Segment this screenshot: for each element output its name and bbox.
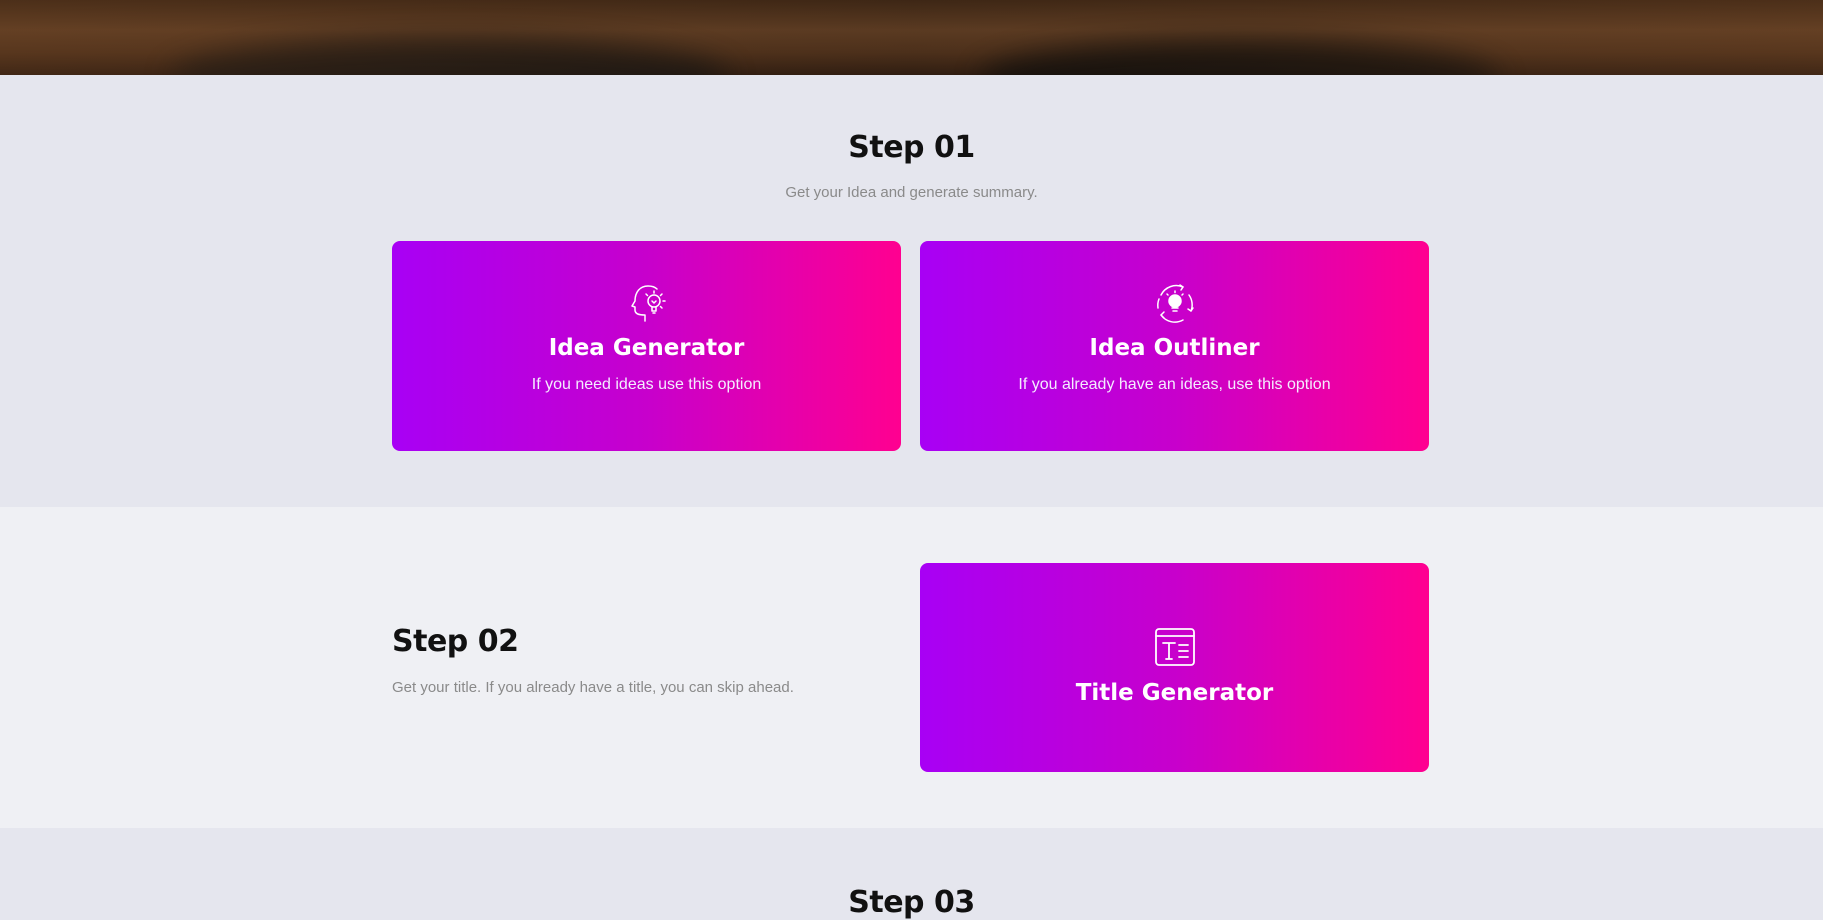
idea-outliner-card[interactable]: Idea Outliner If you already have an ide… [920,241,1429,451]
title-generator-card[interactable]: Title Generator [920,563,1429,772]
hero-image-strip [0,0,1823,75]
idea-outliner-title: Idea Outliner [1089,335,1260,361]
idea-generator-title: Idea Generator [548,335,745,361]
step-03-title: Step 03 [848,885,975,920]
title-generator-title: Title Generator [1075,680,1274,706]
title-document-icon [1154,627,1196,672]
step-02-subtitle: Get your title. If you already have a ti… [392,679,794,696]
step-02-section: Step 02 Get your title. If you already h… [0,507,1823,828]
step-03-section: Step 03 [0,828,1823,920]
idea-outliner-description: If you already have an ideas, use this o… [1018,376,1331,393]
idea-generator-description: If you need ideas use this option [531,376,762,393]
head-lightbulb-icon [625,281,669,330]
idea-generator-card[interactable]: Idea Generator If you need ideas use thi… [392,241,901,451]
step-01-title: Step 01 [848,130,975,165]
step-01-subtitle: Get your Idea and generate summary. [785,184,1038,201]
step-01-section: Step 01 Get your Idea and generate summa… [0,75,1823,507]
lightbulb-cycle-icon [1153,281,1197,330]
step-02-title: Step 02 [392,624,519,659]
